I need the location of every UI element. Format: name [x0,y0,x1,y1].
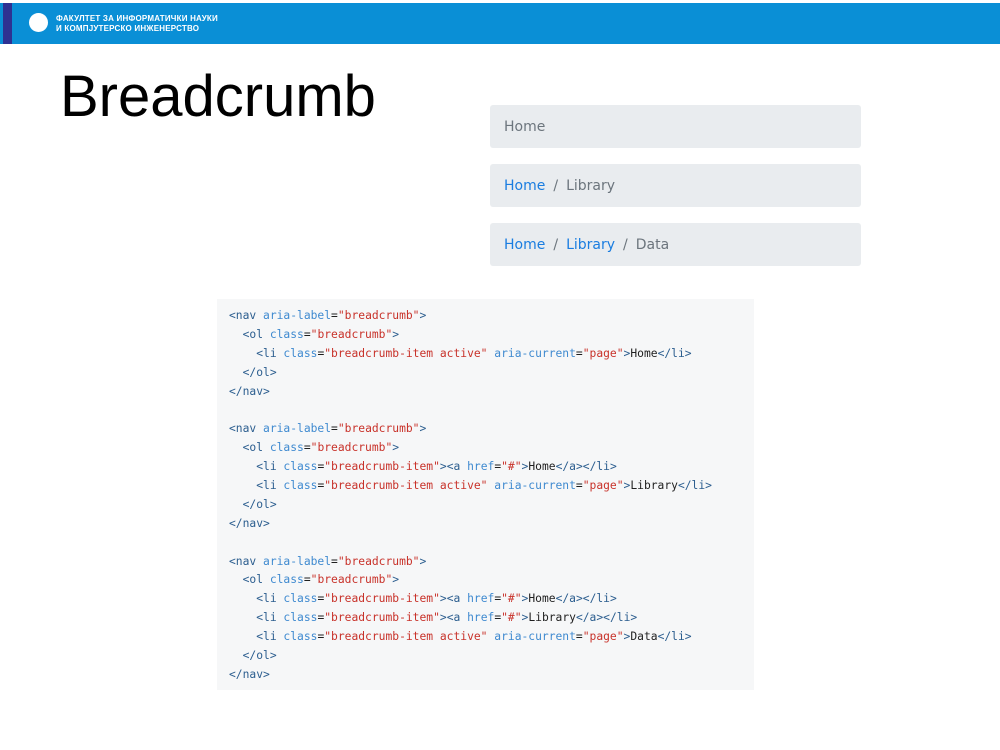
code-line: <nav aria-label="breadcrumb"> [229,309,427,322]
breadcrumb-example-2: Home / Library [490,164,861,207]
code-line: <nav aria-label="breadcrumb"> [229,422,427,436]
code-line: <li class="breadcrumb-item"><a href="#">… [256,611,638,625]
code-line: <ol class="breadcrumb"> [242,327,400,341]
code-line: <nav aria-label="breadcrumb"> [229,554,427,568]
code-line: </nav> [229,384,270,398]
breadcrumb-link-home[interactable]: Home [504,178,545,194]
code-line: <li class="breadcrumb-item active" aria-… [256,630,692,644]
faculty-name-line1: ФАКУЛТЕТ ЗА ИНФОРМАТИЧКИ НАУКИ [56,14,218,23]
code-line: </ol> [242,497,277,511]
code-line: </nav> [229,516,270,530]
breadcrumb-item-active: Library [566,177,616,194]
code-line: <ol class="breadcrumb"> [242,441,400,455]
code-line: </nav> [229,667,270,681]
code-line: </ol> [242,649,277,663]
breadcrumb-separator: / [553,236,559,253]
breadcrumb-item-active: Home [504,118,546,135]
code-line: <li class="breadcrumb-item"><a href="#">… [256,592,617,606]
breadcrumb-separator: / [623,236,628,253]
code-line: <li class="breadcrumb-item active" aria-… [256,346,692,360]
logo-dot-icon [29,13,48,32]
code-line: <li class="breadcrumb-item"><a href="#">… [256,460,617,474]
breadcrumb-example-1: Home [490,105,861,148]
breadcrumb-link-library[interactable]: Library [566,237,615,253]
breadcrumb-separator: / [553,177,559,194]
code-line: </ol> [242,365,277,379]
breadcrumb-link-home[interactable]: Home [504,237,545,253]
slide-title: Breadcrumb [60,64,376,129]
code-line: <ol class="breadcrumb"> [242,573,400,587]
code-line: <li class="breadcrumb-item active" aria-… [256,479,712,493]
faculty-name-line2: И КОМПЈУТЕРСКО ИНЖЕНЕРСТВО [56,24,200,33]
breadcrumb-item-active: Data [635,236,670,253]
header-accent-stripe [3,3,12,44]
breadcrumb-example-3: Home / Library / Data [490,223,861,266]
code-sample: <nav aria-label="breadcrumb"> <ol class=… [217,299,754,690]
